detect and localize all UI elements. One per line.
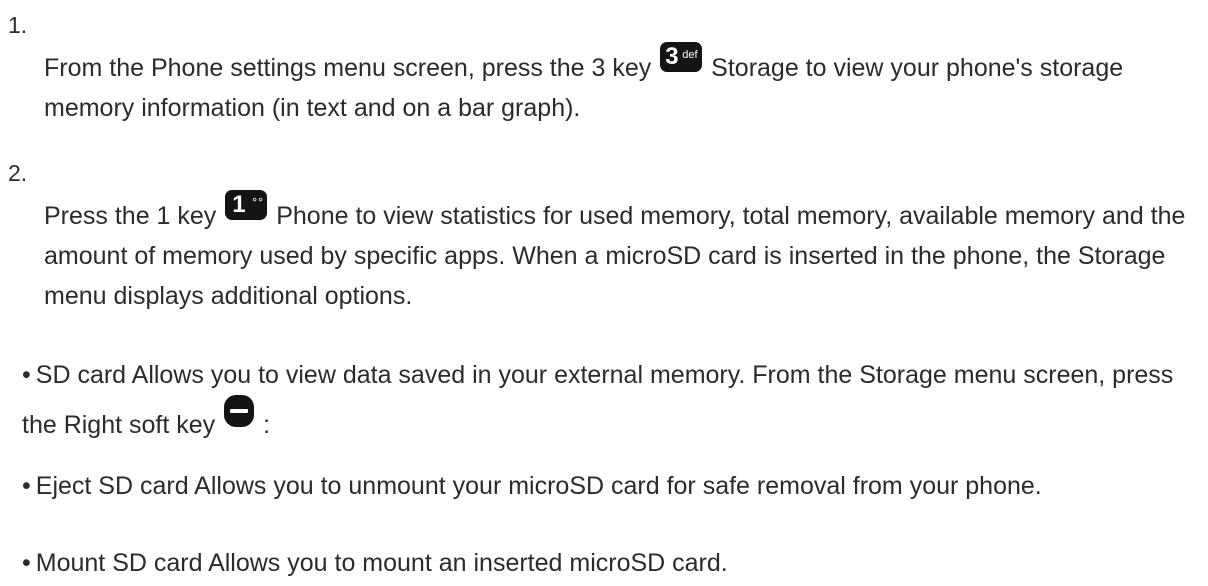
key-sub-label: def [682,49,698,61]
bullet-sd-card: • SD card Allows you to view data saved i… [22,355,1192,445]
bullet-dot: • [22,361,31,389]
step-text-after: Phone to view statistics for used memory… [44,202,1186,310]
step-2: 2. Press the 1 key 1 ∘∘ Phone to view sta… [8,162,1194,316]
bullet-text: Mount SD card Allows you to mount an ins… [35,549,728,577]
key-3-def-icon: 3 def [660,42,703,72]
key-sub-label: ∘∘ [251,194,264,206]
step-number: 1. [8,12,28,38]
bullet-eject-sd-card: • Eject SD card Allows you to unmount you… [22,466,1192,506]
bullet-dot: • [22,549,31,577]
bullet-text-after: : [263,411,271,439]
bullet-dot: • [22,472,31,500]
bullet-text-before: SD card Allows you to view data saved in… [22,361,1174,439]
bullet-text: Eject SD card Allows you to unmount your… [35,472,1042,500]
right-soft-key-icon [224,395,255,427]
bullet-mount-sd-card: • Mount SD card Allows you to mount an in… [22,543,1192,583]
key-main-label: 1 [232,191,246,218]
key-main-label: 3 [665,43,679,70]
step-text-before: Press the 1 key [44,202,217,230]
step-1: 1. From the Phone settings menu screen, … [8,14,1194,128]
key-1-voicemail-icon: 1 ∘∘ [225,190,268,220]
step-number: 2. [8,160,28,186]
step-text-before: From the Phone settings menu screen, pre… [44,54,652,82]
